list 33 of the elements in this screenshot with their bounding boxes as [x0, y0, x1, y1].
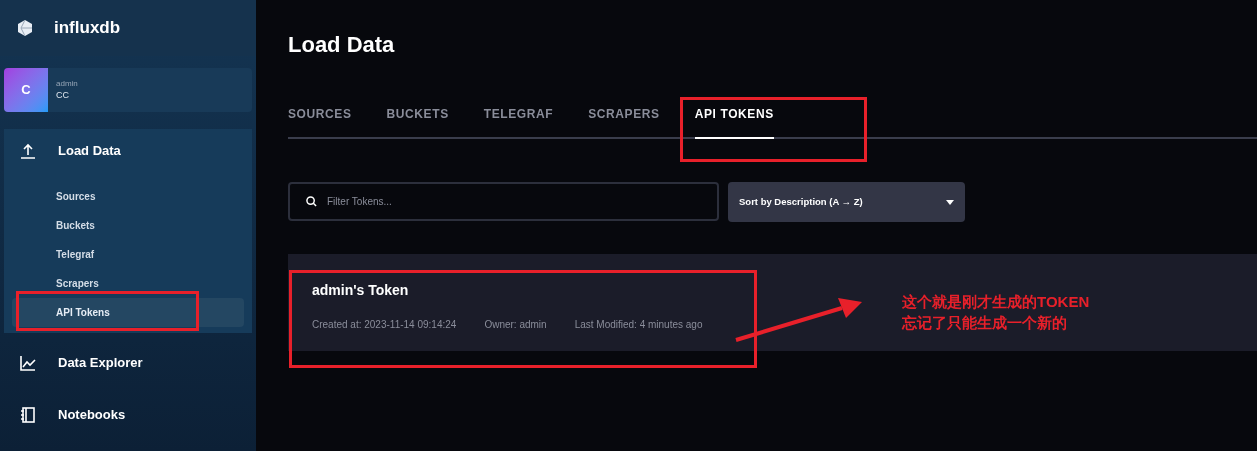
notebook-icon — [20, 407, 36, 423]
subnav-item[interactable]: Buckets — [12, 211, 244, 240]
search-icon — [306, 196, 317, 207]
tab[interactable]: SOURCES — [288, 105, 352, 139]
subnav-item[interactable]: Telegraf — [12, 240, 244, 269]
nav-item[interactable]: Load Data — [58, 140, 121, 161]
created-date: Created at: 2023-11-14 09:14:24 — [312, 318, 457, 332]
line-chart-icon — [20, 355, 36, 371]
modified-time: Last Modified: 4 minutes ago — [574, 318, 703, 332]
nav-item[interactable]: Data Explorer — [58, 353, 143, 373]
subnav-item[interactable]: Scrapers — [12, 269, 244, 298]
logo-icon — [16, 19, 34, 37]
subnav-item[interactable]: API Tokens — [12, 298, 244, 327]
owner-text: Owner: admin — [484, 318, 547, 332]
annotation-note: 忘记了只能生成一个新的 — [902, 313, 1068, 333]
sort-dropdown[interactable]: Sort by Description (A → Z) — [728, 182, 965, 222]
caret-icon — [946, 199, 954, 205]
nav-item[interactable]: Notebooks — [58, 405, 126, 425]
filter-input[interactable]: Filter Tokens... — [327, 194, 701, 209]
subnav-item[interactable]: Sources — [12, 182, 244, 211]
page-title: Load Data — [288, 31, 396, 59]
upload-icon — [20, 142, 36, 159]
tab[interactable]: API TOKENS — [694, 105, 774, 139]
filter-field[interactable]: Filter Tokens... — [288, 182, 719, 221]
org-avatar: C — [4, 68, 48, 112]
annotation-note: 这个就是刚才生成的TOKEN — [902, 292, 1090, 312]
org-card[interactable]: C admin CC — [4, 68, 252, 112]
tab[interactable]: TELEGRAF — [483, 105, 554, 139]
tab[interactable]: SCRAPERS — [588, 105, 660, 139]
user-name: admin — [56, 79, 78, 89]
logo-text: influxdb — [54, 17, 121, 40]
tab[interactable]: BUCKETS — [386, 105, 449, 139]
org-name: CC — [56, 89, 70, 101]
